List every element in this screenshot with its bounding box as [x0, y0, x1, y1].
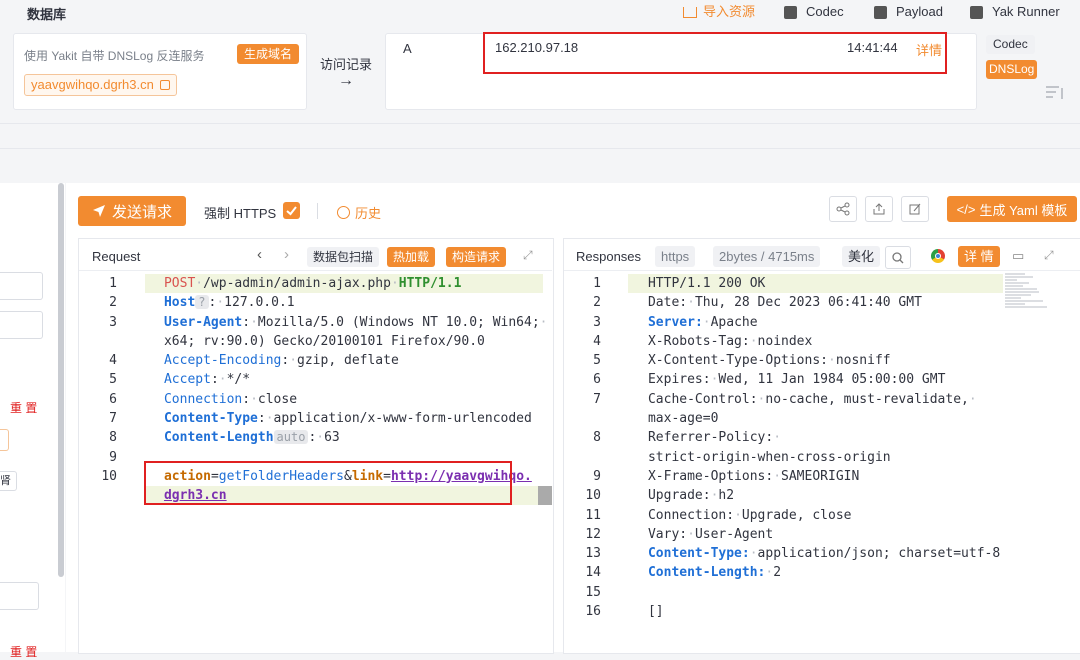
code-line: 11 Connection:·Upgrade, close: [585, 507, 852, 523]
divider: [317, 203, 318, 219]
sidebar-orange-input[interactable]: [0, 429, 9, 451]
beautify-button[interactable]: 美化: [842, 246, 881, 267]
code-line: strict-origin-when-cross-origin: [647, 449, 891, 465]
top-bar: 数据库 导入资源 Codec Payload Yak Runner: [0, 0, 1080, 26]
code-line: 13 Content-Type:·application/json; chars…: [585, 546, 1001, 562]
generate-domain-button[interactable]: 生成域名: [237, 44, 300, 64]
chevron-right-icon[interactable]: ›: [284, 246, 289, 263]
code-line: 8 Referrer-Policy:·: [593, 430, 782, 446]
side-tab-dnslog[interactable]: DNSLog: [986, 60, 1038, 79]
history-button[interactable]: 历史: [337, 203, 381, 222]
chrome-icon[interactable]: [931, 249, 945, 263]
codec-icon: [784, 5, 797, 19]
code-line: 3 Server:·Apache: [593, 314, 758, 330]
response-title: Responses: [576, 249, 642, 264]
code-line: 4 Accept-Encoding:·gzip, deflate: [109, 353, 399, 369]
record-time: 14:41:44: [847, 40, 898, 55]
code-line: 6 Connection:·close: [109, 391, 298, 407]
sort-icon[interactable]: [1045, 84, 1065, 100]
code-minimap[interactable]: [1003, 272, 1053, 312]
send-request-button[interactable]: 发送请求: [78, 196, 186, 226]
fullscreen-icon[interactable]: ⤢: [523, 248, 533, 263]
code-line: 6 Expires:·Wed, 11 Jan 1984 05:00:00 GMT: [593, 372, 946, 388]
code-line: 2 Host?:·127.0.0.1: [109, 295, 295, 311]
code-line: 1 POST·/wp-admin/admin-ajax.php·HTTP/1.1: [109, 276, 462, 291]
dnslog-hint: 使用 Yakit 自带 DNSLog 反连服务: [24, 49, 205, 63]
codec-button[interactable]: Codec: [784, 2, 844, 22]
divider: [0, 148, 1080, 149]
code-line: 5 Accept:·*/*: [109, 372, 251, 388]
access-history-label: 访问记录: [320, 57, 373, 72]
code-line: max-age=0: [647, 411, 719, 427]
terminal-icon: [970, 5, 983, 19]
divider: [0, 123, 1080, 124]
code-line: 4 X-Robots-Tag:·noindex: [593, 333, 813, 349]
highlight-box-body: [144, 461, 512, 505]
hot-reload-button[interactable]: 热加载: [387, 247, 436, 267]
code-line: 7 Content-Type:·application/x-www-form-u…: [109, 411, 532, 427]
response-editor[interactable]: 1 HTTP/1.1 200 OK 2 Date:·Thu, 28 Dec 20…: [563, 274, 1003, 621]
yak-runner-button[interactable]: Yak Runner: [970, 2, 1060, 22]
export-icon[interactable]: [865, 196, 893, 222]
side-tab-codec[interactable]: Codec: [986, 35, 1035, 54]
code-line: 7 Cache-Control:·no-cache, must-revalida…: [593, 391, 977, 407]
fullscreen-icon[interactable]: ⤢: [1044, 248, 1054, 263]
code-line: 15: [585, 584, 601, 600]
code-line: x64; rv:90.0) Gecko/20100101 Firefox/90.…: [163, 333, 485, 349]
sidebar-input-1[interactable]: [0, 272, 43, 300]
left-sidebar: 重 置 肾 重 置: [0, 183, 65, 659]
domain-tag[interactable]: yaavgwihqo.dgrh3.cn: [24, 74, 177, 96]
generate-yaml-button[interactable]: </> 生成 Yaml 模板: [947, 196, 1077, 222]
code-line: 10 Upgrade:·h2: [585, 488, 735, 504]
code-icon: </>: [956, 201, 976, 217]
code-line: 5 X-Content-Type-Options:·nosniff: [593, 353, 891, 369]
build-request-button[interactable]: 构造请求: [446, 247, 507, 267]
code-line: 2 Date:·Thu, 28 Dec 2023 06:41:40 GMT: [593, 295, 922, 311]
code-line: 1 HTTP/1.1 200 OK: [593, 276, 766, 291]
sidebar-scrollbar[interactable]: [58, 183, 64, 577]
import-icon: [683, 6, 697, 18]
payload-button[interactable]: Payload: [874, 2, 943, 22]
size-time-tag: 2bytes / 4715ms: [713, 246, 821, 267]
import-button[interactable]: 导入资源: [683, 2, 755, 22]
edit-icon[interactable]: [901, 196, 929, 222]
sidebar-small-button[interactable]: 肾: [0, 471, 17, 491]
request-title: Request: [92, 249, 141, 264]
search-icon[interactable]: [885, 246, 911, 269]
code-line: 12 Vary:·User-Agent: [585, 526, 774, 542]
record-detail-link[interactable]: 详情: [916, 40, 942, 59]
copy-icon[interactable]: [159, 80, 170, 90]
protocol-tag: https: [655, 246, 696, 267]
code-line: 3 User-Agent:·Mozilla/5.0 (Windows NT 10…: [109, 314, 548, 330]
record-type: A: [403, 41, 412, 56]
detail-button[interactable]: 详 情: [958, 246, 1000, 267]
code-line: 9 X-Frame-Options:·SAMEORIGIN: [593, 468, 860, 484]
code-line: 8 Content-Length auto:·63: [109, 430, 340, 446]
reset-button[interactable]: 重 置: [10, 399, 37, 416]
sidebar-input-3[interactable]: [0, 582, 39, 610]
force-https-checkbox[interactable]: [283, 202, 300, 219]
response-header: [564, 239, 1080, 271]
share-icon[interactable]: [829, 196, 857, 222]
record-ip: 162.210.97.18: [495, 40, 579, 55]
domain-text: yaavgwihqo.dgrh3.cn: [31, 77, 154, 92]
sidebar-input-2[interactable]: [0, 311, 43, 339]
dnslog-domain-card: 使用 Yakit 自带 DNSLog 反连服务 生成域名 yaavgwihqo.…: [13, 33, 307, 110]
clock-icon: [337, 206, 350, 219]
chevron-left-icon[interactable]: ‹: [257, 246, 262, 263]
send-icon: [92, 205, 105, 217]
packet-scan-button[interactable]: 数据包扫描: [307, 247, 380, 267]
arrow-right-icon: →: [338, 72, 354, 89]
save-icon: [874, 5, 887, 19]
force-https-label: 强制 HTTPS: [204, 206, 277, 221]
editor-scrollbar[interactable]: [538, 486, 552, 505]
comment-icon[interactable]: ▭: [1012, 248, 1024, 264]
database-title: 数据库: [27, 7, 67, 22]
code-line: 16 []: [585, 604, 664, 620]
code-line: 14 Content-Length:·2: [585, 565, 782, 581]
